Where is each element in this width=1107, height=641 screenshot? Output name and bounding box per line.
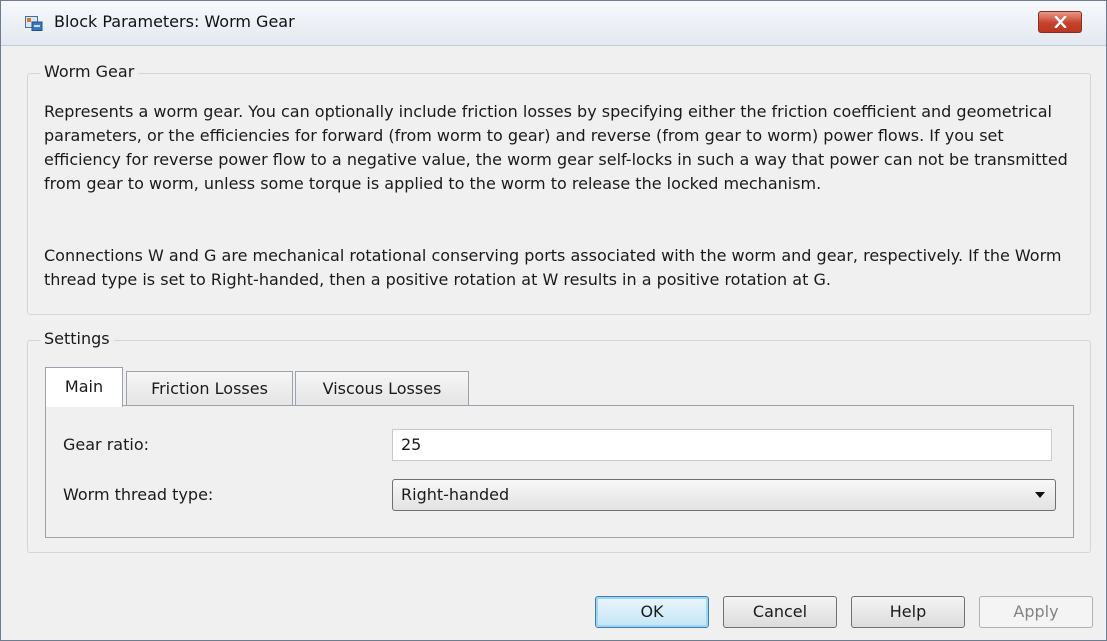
window-title: Block Parameters: Worm Gear — [54, 12, 295, 31]
ports-description-text: Connections W and G are mechanical rotat… — [44, 246, 1062, 289]
ok-button[interactable]: OK — [595, 596, 709, 628]
chevron-down-icon — [1035, 492, 1045, 498]
cancel-button[interactable]: Cancel — [723, 596, 837, 628]
tab-friction-losses[interactable]: Friction Losses — [126, 371, 293, 406]
worm-thread-type-select[interactable]: Right-handed — [392, 479, 1056, 511]
close-icon — [1054, 16, 1067, 28]
block-parameters-dialog: Block Parameters: Worm Gear Worm Gear Re… — [0, 0, 1107, 641]
description-group: Worm Gear Represents a worm gear. You ca… — [27, 62, 1091, 315]
gear-ratio-input[interactable]: 25 — [392, 429, 1052, 461]
apply-button[interactable]: Apply — [979, 596, 1093, 628]
settings-group-title: Settings — [40, 329, 114, 348]
tab-viscous-losses[interactable]: Viscous Losses — [295, 371, 469, 406]
simulink-block-icon — [25, 14, 43, 31]
help-button[interactable]: Help — [851, 596, 965, 628]
gear-ratio-label: Gear ratio: — [63, 435, 149, 454]
worm-thread-type-value: Right-handed — [401, 485, 510, 504]
close-button[interactable] — [1038, 11, 1082, 33]
description-text: Represents a worm gear. You can optional… — [44, 102, 1068, 193]
title-bar[interactable]: Block Parameters: Worm Gear — [1, 1, 1106, 46]
gear-ratio-value: 25 — [401, 435, 422, 454]
worm-thread-type-label: Worm thread type: — [63, 485, 214, 504]
main-tab-panel — [45, 405, 1074, 538]
tab-main[interactable]: Main — [45, 367, 123, 407]
description-group-title: Worm Gear — [40, 62, 139, 81]
